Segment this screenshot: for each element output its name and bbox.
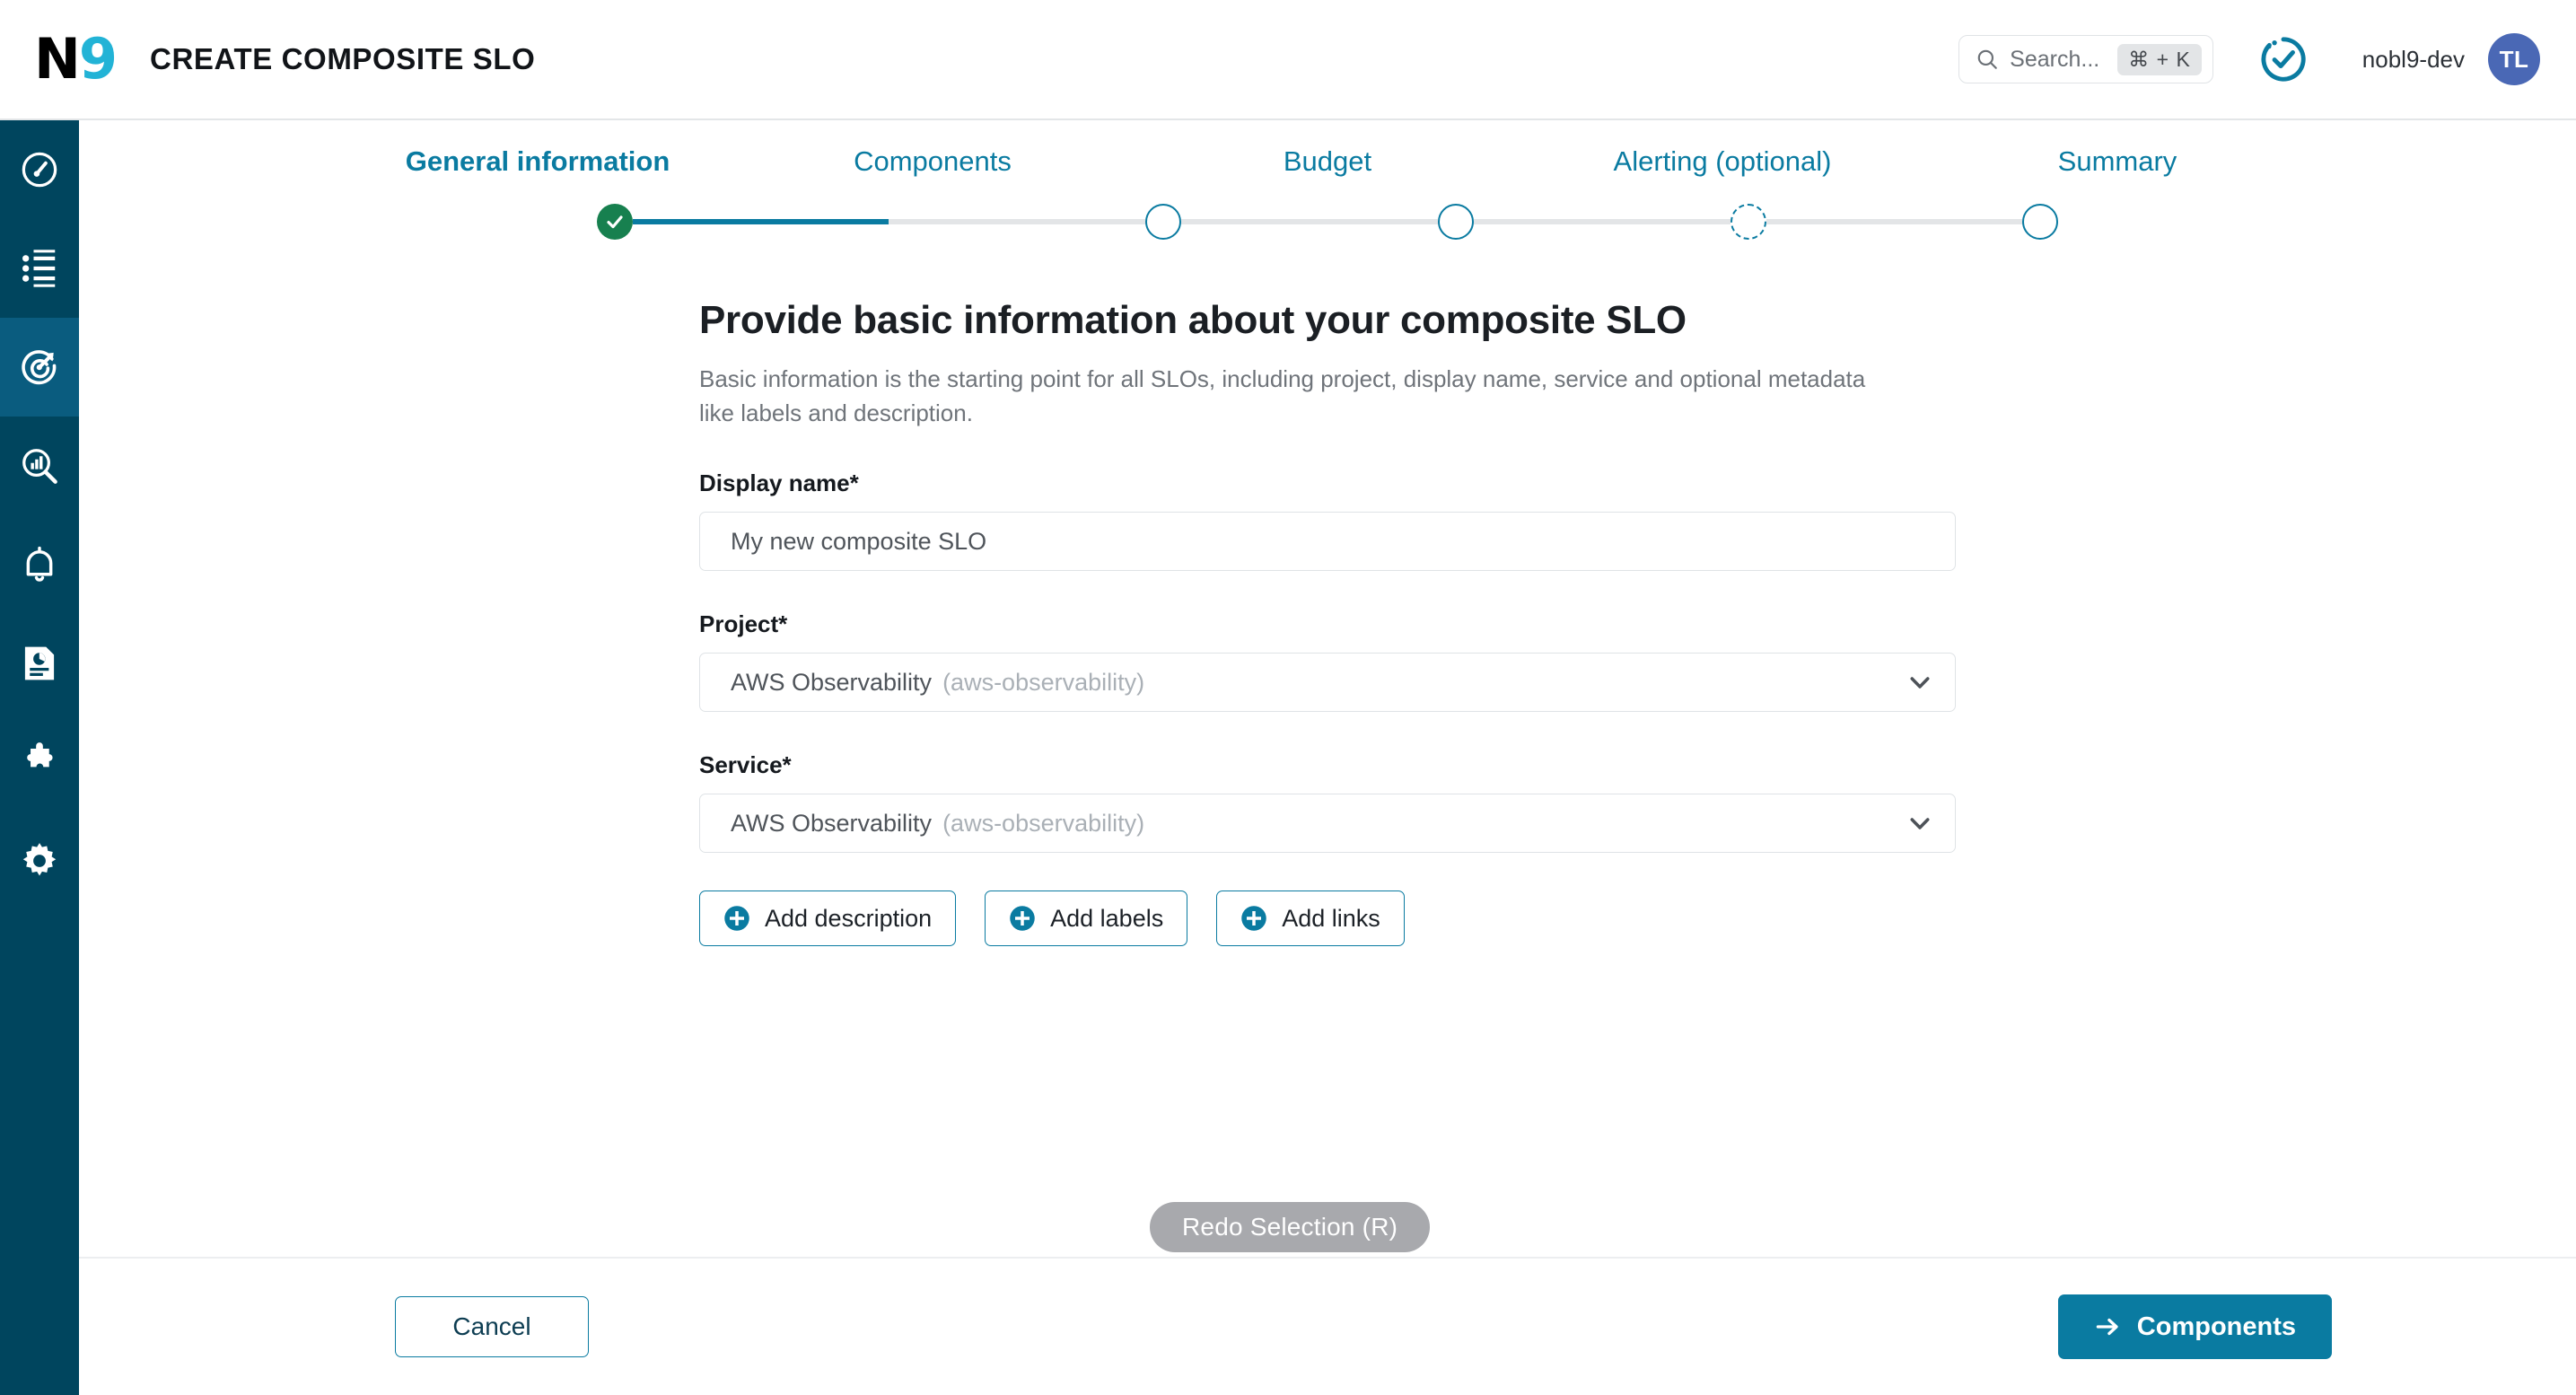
report-document-icon xyxy=(24,646,55,680)
track-segment-1a xyxy=(632,219,889,224)
search-input[interactable]: Search... ⌘ + K xyxy=(1958,35,2213,83)
search-icon xyxy=(1977,49,1998,69)
stepper-labels: General information Components Budget Al… xyxy=(340,145,2315,178)
chart-magnifier-icon xyxy=(22,449,57,484)
gear-icon xyxy=(22,843,57,876)
track-segment-3 xyxy=(1473,219,1730,224)
search-shortcut-badge: ⌘ + K xyxy=(2117,43,2202,75)
search-placeholder: Search... xyxy=(2010,46,2100,72)
service-value: AWS Observability xyxy=(731,809,933,837)
display-name-value: My new composite SLO xyxy=(731,527,987,555)
sidebar-item-reports[interactable] xyxy=(0,614,79,713)
plus-circle-icon xyxy=(724,906,749,932)
step-node-components[interactable] xyxy=(1145,204,1182,240)
wizard-stepper: General information Components Budget Al… xyxy=(340,120,2315,242)
list-icon xyxy=(22,250,56,287)
project-value: AWS Observability xyxy=(731,668,933,696)
check-circle-progress-icon[interactable] xyxy=(2258,34,2309,84)
step-node-budget[interactable] xyxy=(1437,204,1474,240)
gauge-icon xyxy=(22,152,57,188)
app-root: N9 CREATE COMPOSITE SLO Search... ⌘ + K … xyxy=(0,0,2576,1395)
form-panel: Provide basic information about your com… xyxy=(699,298,1956,947)
sidebar-item-slo-targets[interactable] xyxy=(0,318,79,417)
chevron-down-icon xyxy=(1910,677,1930,689)
check-icon xyxy=(607,215,623,229)
page-title: CREATE COMPOSITE SLO xyxy=(150,42,536,75)
sidebar-item-integrations[interactable] xyxy=(0,713,79,812)
redo-selection-pill[interactable]: Redo Selection (R) xyxy=(1150,1202,1431,1252)
add-labels-label: Add labels xyxy=(1050,904,1164,932)
step-node-summary[interactable] xyxy=(2022,204,2059,240)
avatar[interactable]: TL xyxy=(2488,33,2540,85)
track-segment-4 xyxy=(1766,219,2023,224)
field-service: Service* AWS Observability (aws-observabi… xyxy=(699,751,1956,854)
panel-heading: Provide basic information about your com… xyxy=(699,298,1687,342)
step-label-components[interactable]: Components xyxy=(735,145,1130,178)
target-arrow-icon xyxy=(22,350,57,385)
step-label-alerting[interactable]: Alerting (optional) xyxy=(1525,145,1920,178)
add-links-label: Add links xyxy=(1282,904,1380,932)
org-name[interactable]: nobl9-dev xyxy=(2362,46,2465,74)
plus-circle-icon xyxy=(1241,906,1266,932)
service-value-id: (aws-observability) xyxy=(942,809,1145,837)
cancel-button[interactable]: Cancel xyxy=(395,1296,589,1357)
display-name-input[interactable]: My new composite SLO xyxy=(699,512,1956,572)
next-step-button[interactable]: Components xyxy=(2057,1294,2332,1359)
panel-description: Basic information is the starting point … xyxy=(699,365,1866,426)
metadata-buttons: Add description Add labels Add links xyxy=(699,891,1956,947)
avatar-initials: TL xyxy=(2499,45,2529,73)
logo-letter-n: N xyxy=(34,26,81,92)
project-value-id: (aws-observability) xyxy=(942,668,1145,696)
step-node-general-information[interactable] xyxy=(596,204,633,240)
sidebar-item-settings[interactable] xyxy=(0,812,79,910)
sidebar xyxy=(0,120,79,1395)
wizard-footer: Cancel Components xyxy=(79,1259,2576,1395)
sidebar-item-service-health[interactable] xyxy=(0,219,79,318)
step-node-alerting[interactable] xyxy=(1730,204,1766,240)
field-project: Project* AWS Observability (aws-observabi… xyxy=(699,610,1956,713)
logo[interactable]: N9 xyxy=(34,31,118,87)
arrow-right-icon xyxy=(2096,1318,2118,1336)
field-display-name: Display name* My new composite SLO xyxy=(699,469,1956,572)
add-description-button[interactable]: Add description xyxy=(699,891,957,947)
next-step-label: Components xyxy=(2136,1312,2296,1341)
bell-icon xyxy=(26,546,53,582)
app-header: N9 CREATE COMPOSITE SLO Search... ⌘ + K … xyxy=(0,0,2576,120)
step-label-budget[interactable]: Budget xyxy=(1130,145,1525,178)
display-name-label: Display name* xyxy=(699,469,859,497)
header-actions: Search... ⌘ + K nobl9-dev TL xyxy=(1958,33,2540,85)
plus-circle-icon xyxy=(1010,906,1035,932)
add-labels-button[interactable]: Add labels xyxy=(985,891,1188,947)
add-description-label: Add description xyxy=(765,904,933,932)
chevron-down-icon xyxy=(1910,818,1930,830)
sidebar-item-alerts[interactable] xyxy=(0,515,79,614)
sidebar-item-dashboard[interactable] xyxy=(0,120,79,219)
stepper-track xyxy=(340,201,2315,242)
service-select[interactable]: AWS Observability (aws-observability) xyxy=(699,794,1956,854)
logo-letter-nine: 9 xyxy=(78,26,118,92)
track-segment-1b xyxy=(889,219,1146,224)
service-label: Service* xyxy=(699,751,792,779)
sidebar-item-explorer[interactable] xyxy=(0,417,79,515)
step-label-summary[interactable]: Summary xyxy=(1920,145,2315,178)
puzzle-piece-icon xyxy=(27,742,53,768)
add-links-button[interactable]: Add links xyxy=(1216,891,1405,947)
project-label: Project* xyxy=(699,610,788,638)
project-select[interactable]: AWS Observability (aws-observability) xyxy=(699,653,1956,713)
step-label-general-information[interactable]: General information xyxy=(340,145,735,178)
track-segment-2 xyxy=(1181,219,1438,224)
